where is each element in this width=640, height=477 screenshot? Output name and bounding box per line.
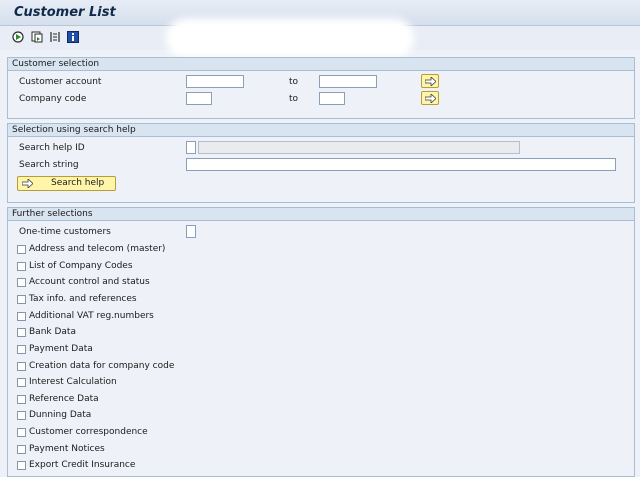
arrow-right-icon	[22, 179, 33, 188]
search-help-button[interactable]: Search help	[17, 176, 116, 191]
info-icon[interactable]	[67, 31, 79, 43]
search-help-group: Selection using search help Search help …	[7, 123, 635, 203]
redacted-area	[172, 24, 408, 52]
checkbox-label: Interest Calculation	[29, 377, 117, 387]
checkbox[interactable]	[17, 362, 26, 371]
company-code-multiple-selection-button[interactable]	[421, 91, 439, 105]
variant-icon[interactable]	[31, 31, 43, 43]
search-help-id-label: Search help ID	[19, 143, 85, 153]
checkbox[interactable]	[17, 245, 26, 254]
checkbox-label: Export Credit Insurance	[29, 460, 136, 470]
company-code-label: Company code	[19, 94, 87, 104]
group-header: Customer selection	[8, 58, 634, 71]
one-time-customers-label: One-time customers	[19, 227, 111, 237]
search-help-id-input[interactable]	[186, 141, 196, 154]
customer-account-to-input[interactable]	[319, 75, 377, 88]
checkbox-label: List of Company Codes	[29, 261, 133, 271]
customer-account-multiple-selection-button[interactable]	[421, 74, 439, 88]
checkbox[interactable]	[17, 461, 26, 470]
group-header: Further selections	[8, 208, 634, 221]
checkbox-label: Additional VAT reg.numbers	[29, 311, 154, 321]
customer-account-from-input[interactable]	[186, 75, 244, 88]
customer-selection-group: Customer selection Customer account to C…	[7, 57, 635, 119]
arrow-right-icon	[425, 94, 436, 103]
checkbox[interactable]	[17, 378, 26, 387]
execute-icon[interactable]	[12, 31, 24, 43]
checkbox[interactable]	[17, 262, 26, 271]
checkbox[interactable]	[17, 312, 26, 321]
selection-options-icon[interactable]	[49, 31, 61, 43]
company-code-to-input[interactable]	[319, 92, 345, 105]
checkbox-label: Tax info. and references	[29, 294, 137, 304]
checkbox[interactable]	[17, 445, 26, 454]
checkbox-label: Bank Data	[29, 327, 76, 337]
group-header: Selection using search help	[8, 124, 634, 137]
further-selections-group: Further selections One-time customers Ad…	[7, 207, 635, 477]
title-bar: Customer List	[0, 0, 640, 26]
company-code-to-label: to	[289, 94, 299, 104]
checkbox[interactable]	[17, 428, 26, 437]
checkbox[interactable]	[17, 328, 26, 337]
checkbox[interactable]	[17, 278, 26, 287]
checkbox-label: Payment Notices	[29, 444, 105, 454]
search-help-description-field	[198, 141, 520, 154]
checkbox[interactable]	[17, 345, 26, 354]
search-string-label: Search string	[19, 160, 79, 170]
checkbox-label: Reference Data	[29, 394, 99, 404]
page-title: Customer List	[14, 5, 116, 20]
checkbox-label: Customer correspondence	[29, 427, 148, 437]
one-time-customers-input[interactable]	[186, 225, 196, 238]
search-string-input[interactable]	[186, 158, 616, 171]
checkbox-label: Account control and status	[29, 277, 150, 287]
checkbox[interactable]	[17, 395, 26, 404]
checkbox[interactable]	[17, 411, 26, 420]
customer-account-label: Customer account	[19, 77, 102, 87]
search-help-button-label: Search help	[51, 178, 105, 188]
checkbox-label: Payment Data	[29, 344, 93, 354]
checkbox-label: Dunning Data	[29, 410, 92, 420]
company-code-from-input[interactable]	[186, 92, 212, 105]
customer-account-to-label: to	[289, 77, 299, 87]
checkbox-label: Creation data for company code	[29, 361, 175, 371]
arrow-right-icon	[425, 77, 436, 86]
checkbox[interactable]	[17, 295, 26, 304]
checkbox-label: Address and telecom (master)	[29, 244, 166, 254]
